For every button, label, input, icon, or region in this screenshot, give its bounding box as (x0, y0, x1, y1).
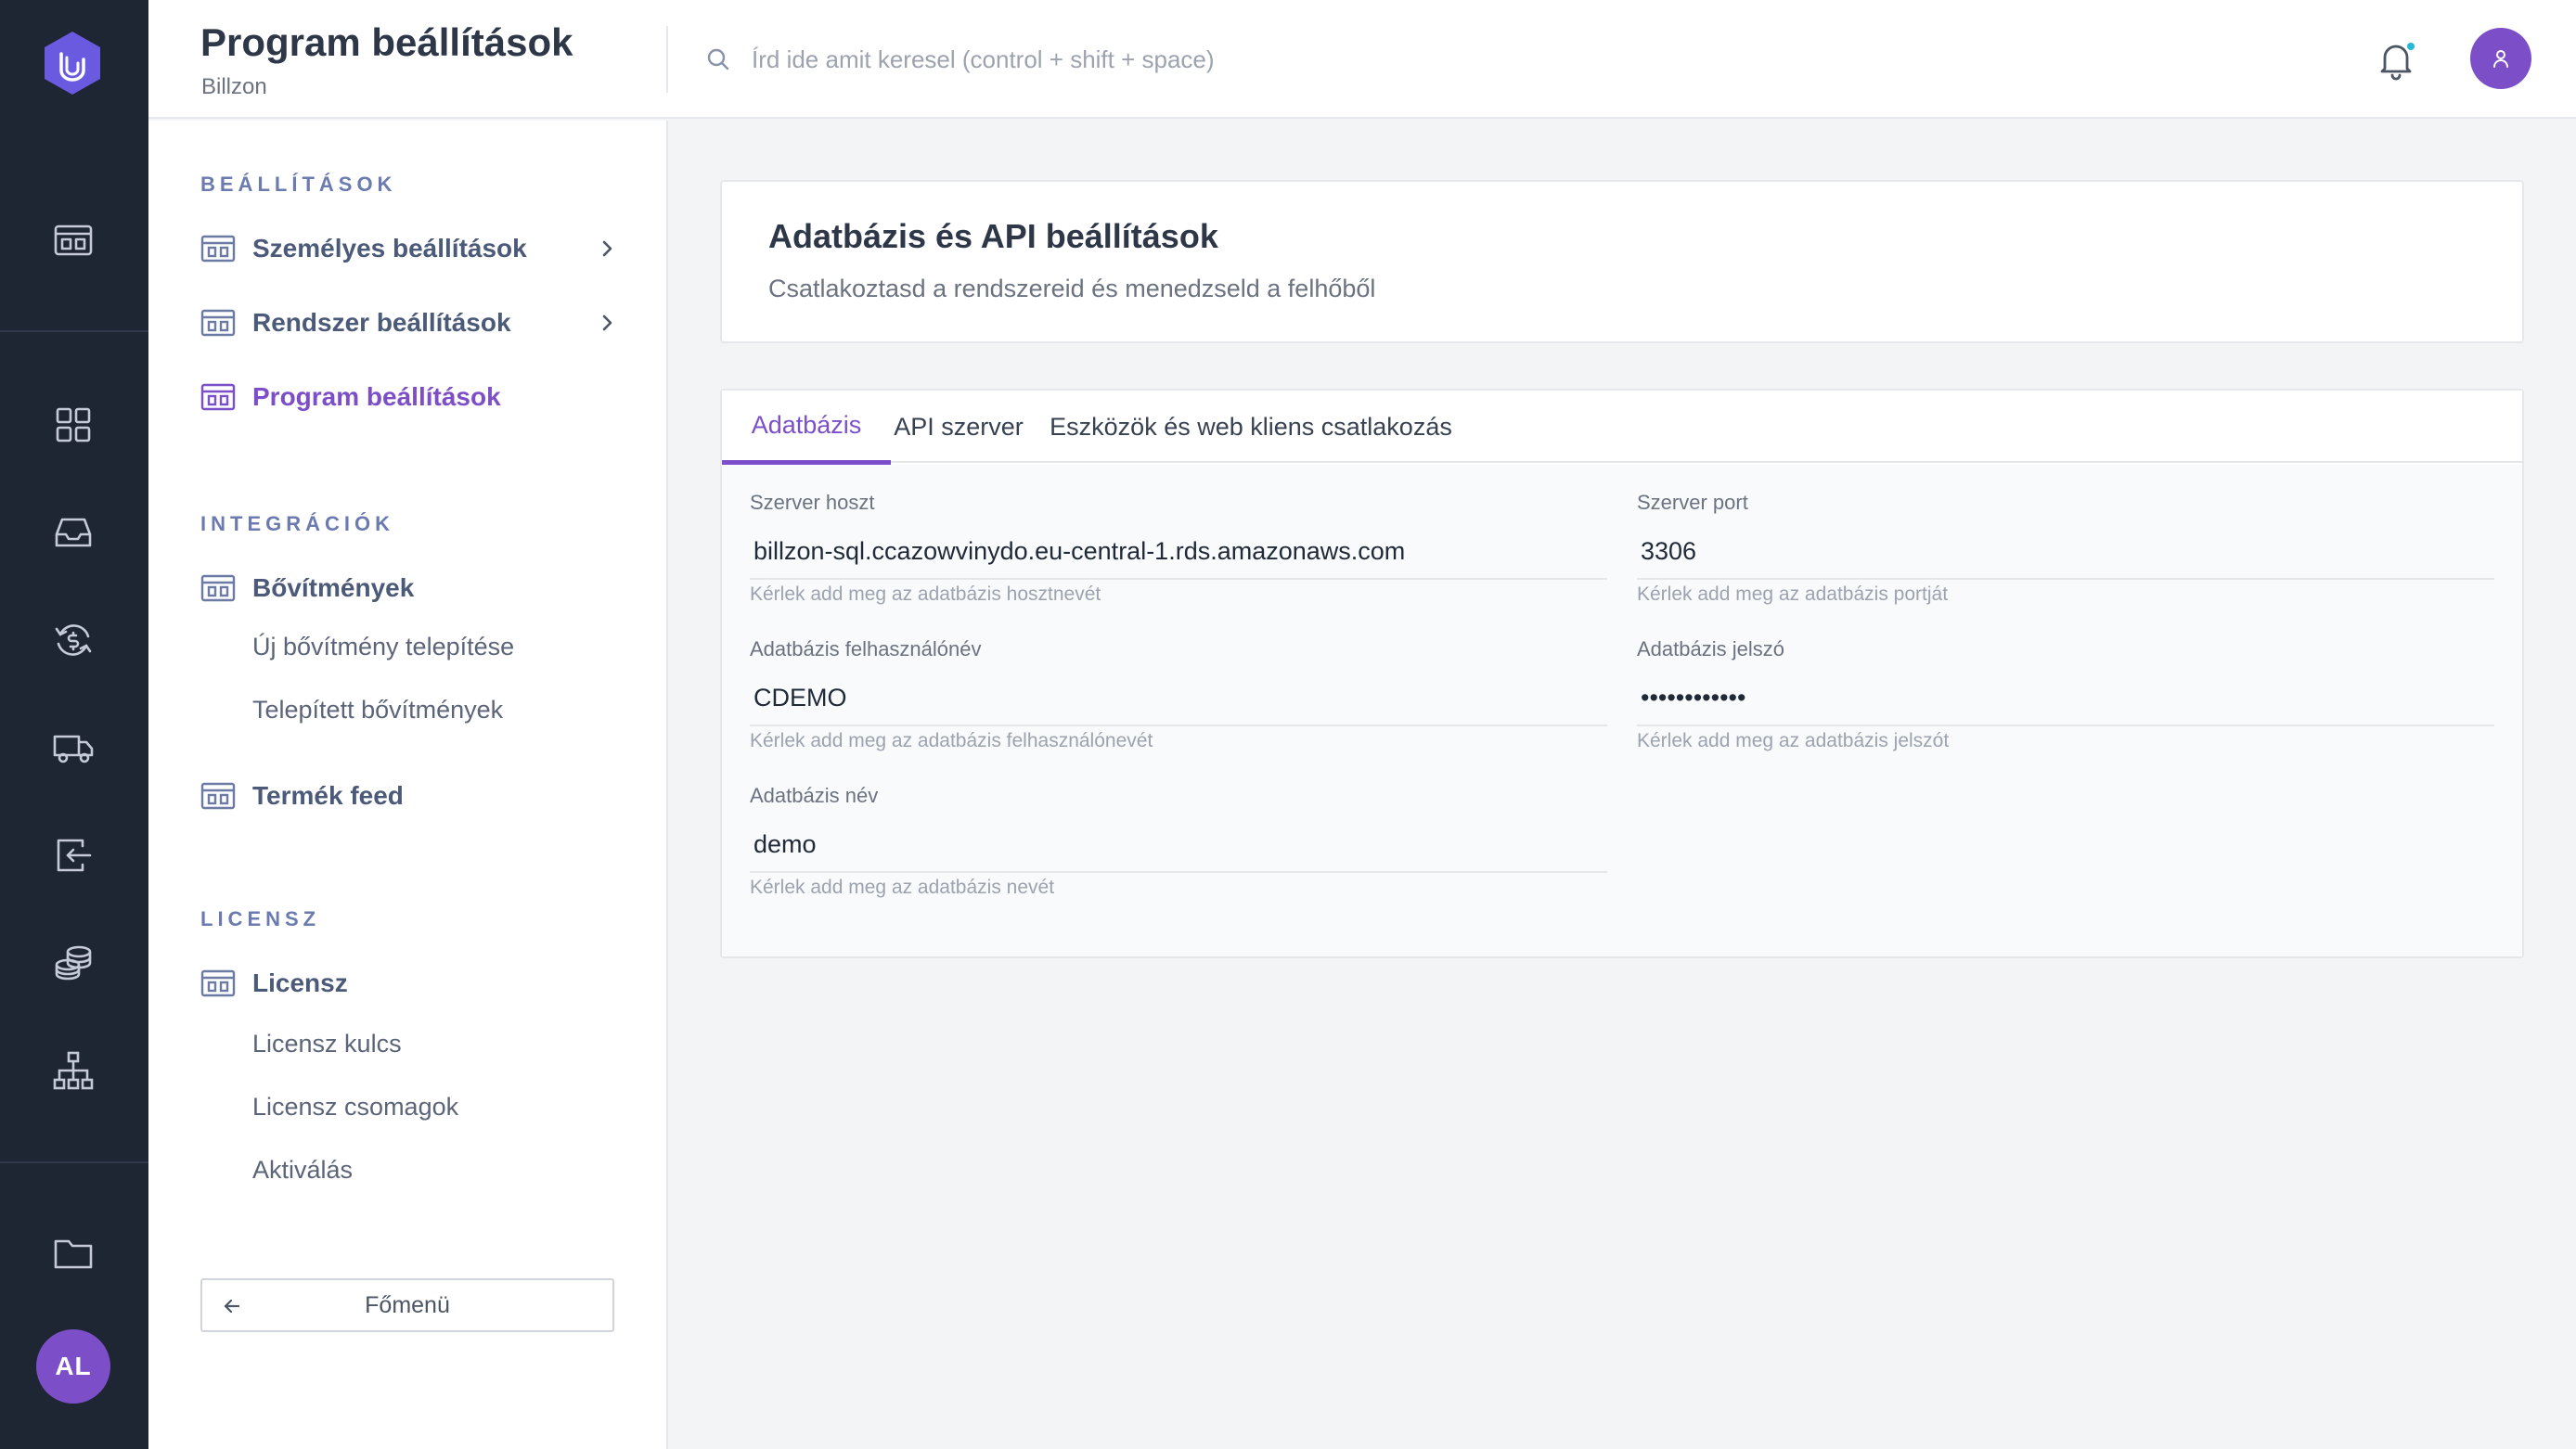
search-icon (707, 48, 729, 71)
panel-icon (200, 782, 236, 810)
chevron-right-icon (602, 314, 612, 331)
nav-label: Rendszer beállítások (252, 308, 511, 337)
field-db-username: Adatbázis felhasználónév Kérlek add meg … (750, 637, 1607, 752)
nav-extensions[interactable]: Bővítmények (200, 566, 618, 610)
grid-icon[interactable] (48, 400, 98, 450)
database-form: Szerver hoszt Kérlek add meg az adatbázi… (722, 465, 2522, 956)
card-title: Adatbázis és API beállítások (768, 217, 1218, 255)
nav-label: Program beállítások (252, 382, 501, 411)
field-help: Kérlek add meg az adatbázis jelszót (1637, 730, 1950, 751)
nav-program-settings[interactable]: Program beállítások (200, 375, 618, 419)
field-db-password: Adatbázis jelszó Kérlek add meg az adatb… (1637, 637, 2494, 752)
card-description: Csatlakoztasd a rendszereid és menedzsel… (768, 275, 1376, 302)
field-label: Szerver port (1637, 491, 1748, 514)
nav-activation[interactable]: Aktiválás (252, 1156, 353, 1185)
field-server-port: Szerver port Kérlek add meg az adatbázis… (1637, 491, 2494, 606)
panel-icon (200, 309, 236, 337)
user-icon (2493, 50, 2508, 68)
database-settings-card: Adatbázis API szerver Eszközök és web kl… (720, 389, 2524, 958)
sitemap-icon[interactable] (48, 1045, 98, 1096)
tab-bar: Adatbázis API szerver Eszközök és web kl… (722, 391, 2522, 465)
folder-icon[interactable] (48, 1228, 98, 1278)
main-menu-label: Főmenü (365, 1291, 450, 1318)
panel-icon (200, 235, 236, 263)
user-avatar[interactable]: AL (36, 1329, 110, 1404)
nav-personal-settings[interactable]: Személyes beállítások (200, 226, 618, 271)
server-host-input[interactable] (750, 524, 1607, 580)
db-username-input[interactable] (750, 671, 1607, 726)
db-password-input[interactable] (1637, 671, 2494, 726)
field-help: Kérlek add meg az adatbázis nevét (750, 877, 1055, 898)
icon-rail: AL (0, 0, 148, 1449)
nav-license-key[interactable]: Licensz kulcs (252, 1030, 402, 1058)
nav-install-extension[interactable]: Új bővítmény telepítése (252, 633, 514, 661)
rail-divider (0, 1161, 148, 1163)
header-divider (666, 26, 668, 93)
top-header: Program beállítások Billzon (148, 0, 2576, 119)
coins-icon[interactable] (48, 938, 98, 988)
rail-divider (0, 330, 148, 332)
panel-icon (200, 969, 236, 997)
chevron-right-icon (602, 240, 612, 257)
field-help: Kérlek add meg az adatbázis hosztnevét (750, 583, 1101, 605)
server-port-input[interactable] (1637, 524, 2494, 580)
logo-icon[interactable] (39, 30, 106, 96)
field-label: Adatbázis jelszó (1637, 637, 1784, 660)
nav-label: Licensz (252, 968, 348, 997)
truck-icon[interactable] (48, 723, 98, 773)
page-title: Program beállítások (200, 20, 573, 64)
page-header-card: Adatbázis és API beállítások Csatlakozta… (720, 180, 2524, 343)
nav-license[interactable]: Licensz (200, 961, 618, 1006)
company-name: Billzon (201, 74, 267, 99)
notification-dot (2405, 41, 2416, 52)
nav-system-settings[interactable]: Rendszer beállítások (200, 301, 618, 345)
section-title-license: LICENSZ (200, 907, 321, 930)
arrow-left-icon (224, 1299, 240, 1314)
tab-api-server[interactable]: API szerver (891, 391, 1026, 463)
nav-label: Termék feed (252, 781, 404, 810)
currency-exchange-icon[interactable] (48, 615, 98, 665)
nav-product-feed[interactable]: Termék feed (200, 774, 618, 818)
tab-database[interactable]: Adatbázis (722, 391, 891, 465)
nav-license-packages[interactable]: Licensz csomagok (252, 1093, 458, 1122)
inbox-icon[interactable] (48, 507, 98, 558)
panel-icon (200, 574, 236, 602)
section-title-integrations: INTEGRÁCIÓK (200, 512, 394, 535)
section-title-settings: BEÁLLÍTÁSOK (200, 173, 397, 196)
settings-sidebar: BEÁLLÍTÁSOK Személyes beállítások Rendsz… (148, 121, 668, 1449)
field-db-name: Adatbázis név Kérlek add meg az adatbázi… (750, 784, 1607, 899)
field-label: Adatbázis felhasználónév (750, 637, 982, 660)
receipt-icon[interactable] (48, 830, 98, 880)
db-name-input[interactable] (750, 817, 1607, 873)
field-help: Kérlek add meg az adatbázis felhasználón… (750, 730, 1153, 751)
field-label: Adatbázis név (750, 784, 879, 807)
field-server-host: Szerver hoszt Kérlek add meg az adatbázi… (750, 491, 1607, 606)
panel-icon (200, 383, 236, 411)
nav-installed-extensions[interactable]: Telepített bővítmények (252, 696, 503, 724)
tab-devices-web-client[interactable]: Eszközök és web kliens csatlakozás (1026, 391, 1475, 463)
user-menu-button[interactable] (2470, 28, 2531, 89)
nav-label: Személyes beállítások (252, 234, 527, 263)
field-help: Kérlek add meg az adatbázis portját (1637, 583, 1949, 605)
search-input[interactable] (752, 35, 1865, 83)
dashboard-icon[interactable] (48, 215, 98, 265)
field-label: Szerver hoszt (750, 491, 875, 514)
main-menu-button[interactable]: Főmenü (200, 1278, 614, 1332)
nav-label: Bővítmények (252, 573, 415, 602)
